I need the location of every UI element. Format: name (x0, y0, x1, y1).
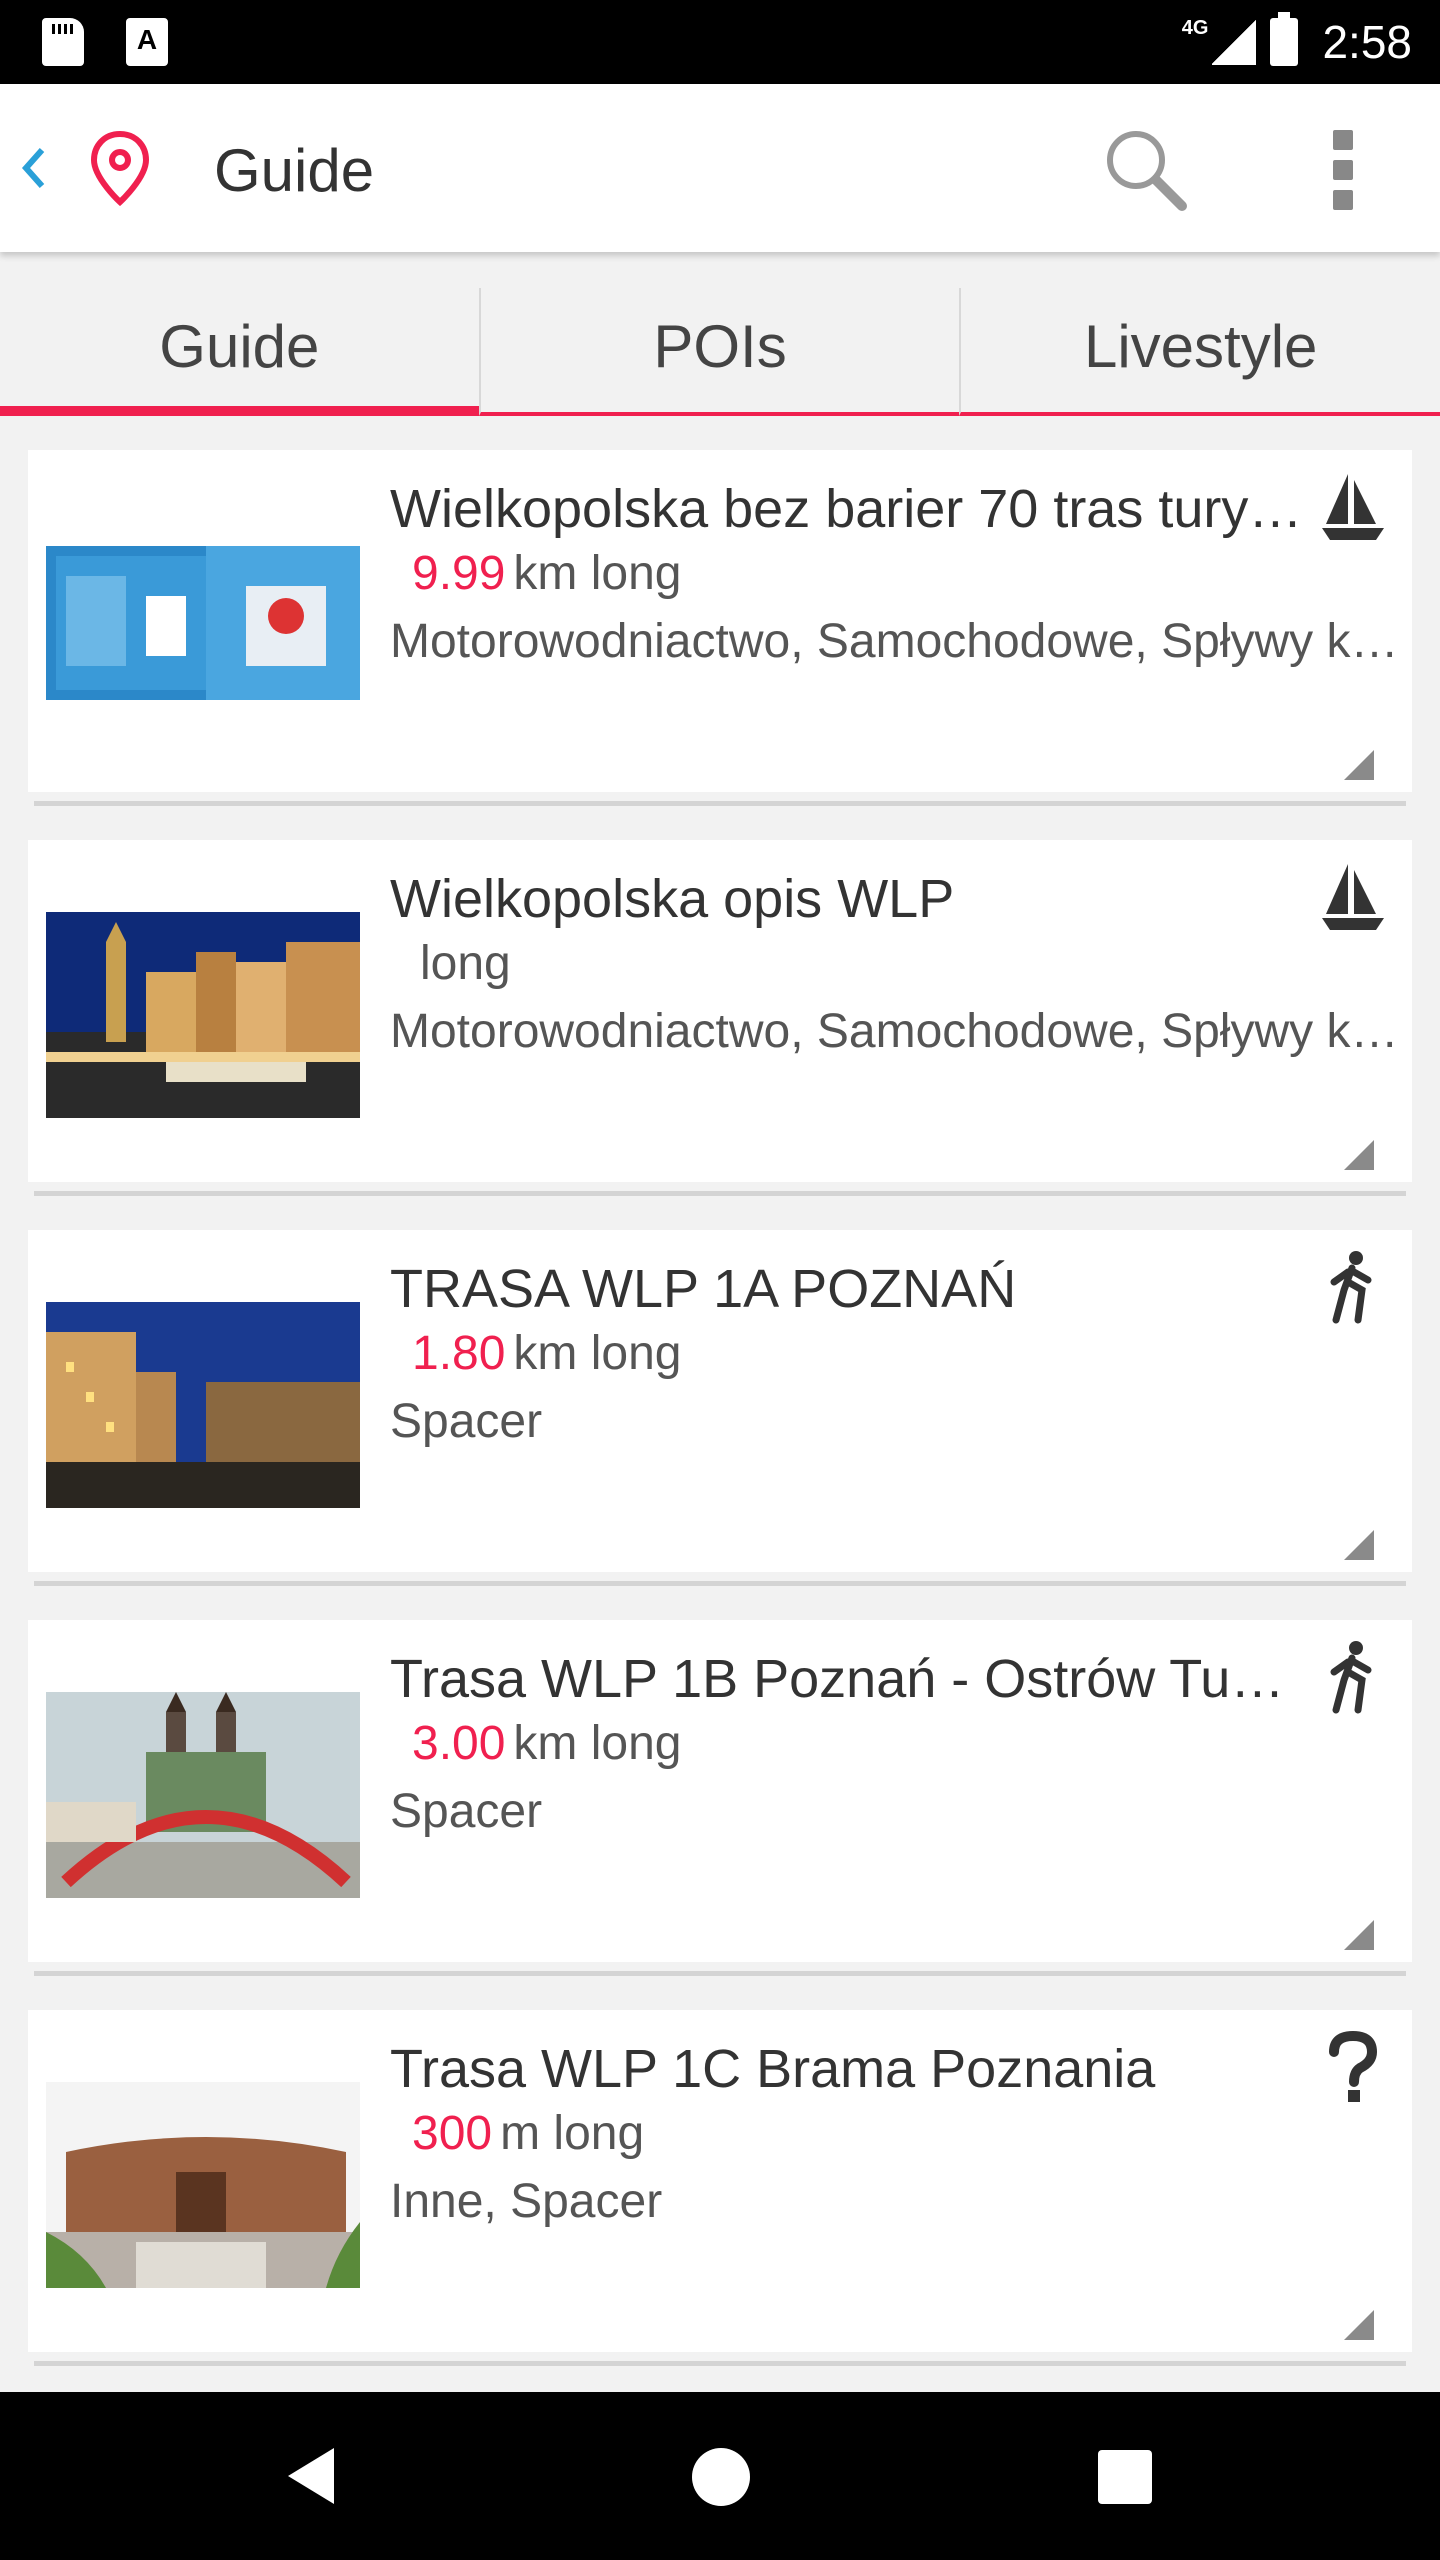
distance-unit: km long (513, 547, 682, 600)
tab-guide[interactable]: Guide (0, 288, 479, 416)
route-distance: 3.00 km long (412, 1716, 682, 1771)
route-title: TRASA WLP 1A POZNAŃ (390, 1259, 1017, 1319)
expand-corner-icon (1344, 1530, 1374, 1560)
route-thumbnail (46, 912, 360, 1118)
nav-home-button[interactable] (692, 2448, 750, 2506)
distance-value: 300 (412, 2107, 493, 2160)
menu-dot (1333, 160, 1353, 180)
route-card[interactable]: Wielkopolska opis WLP long Motorowodniac… (28, 840, 1412, 1196)
expand-corner-icon (1344, 2310, 1374, 2340)
page-title: Guide (214, 137, 375, 204)
route-card[interactable]: TRASA WLP 1A POZNAŃ 1.80 km long Spacer (28, 1230, 1412, 1586)
route-card[interactable]: Trasa WLP 1B Poznań - Ostrów Tu… 3.00 km … (28, 1620, 1412, 1976)
route-title: Wielkopolska opis WLP (390, 869, 955, 929)
sd-card-icon (42, 18, 84, 66)
nav-recents-button[interactable] (1098, 2450, 1152, 2504)
route-categories: Motorowodniactwo, Samochodowe, Spływy k… (390, 1005, 1399, 1058)
walking-icon (1318, 1250, 1388, 1324)
battery-icon (1270, 12, 1299, 66)
route-title: Trasa WLP 1C Brama Poznania (390, 2039, 1156, 2099)
nav-back-button[interactable] (282, 2444, 342, 2513)
route-title: Trasa WLP 1B Poznań - Ostrów Tu… (390, 1649, 1285, 1709)
expand-corner-icon (1344, 750, 1374, 780)
chevron-left-icon (21, 148, 45, 188)
status-bar: A 4G 2:58 (0, 0, 1440, 84)
triangle-back-icon (288, 2448, 334, 2504)
menu-dot (1333, 130, 1353, 150)
location-pin-icon (88, 130, 152, 207)
tab-pois[interactable]: POIs (478, 288, 960, 416)
route-distance: long (412, 936, 511, 991)
route-list: Wielkopolska bez barier 70 tras tury… 9.… (28, 450, 1412, 2400)
route-distance: 9.99 km long (412, 546, 682, 601)
route-thumbnail (46, 546, 360, 700)
route-categories: Spacer (390, 1395, 543, 1448)
walking-icon (1318, 1640, 1388, 1714)
back-button[interactable] (10, 128, 60, 208)
tab-livestyle[interactable]: Livestyle (959, 288, 1440, 416)
route-thumbnail (46, 1302, 360, 1508)
network-type: 4G (1181, 16, 1209, 39)
route-thumbnail (46, 1692, 360, 1898)
route-categories: Inne, Spacer (390, 2175, 663, 2228)
overflow-menu-button[interactable] (1318, 124, 1368, 214)
route-card[interactable]: Trasa WLP 1C Brama Poznania 300 m long In… (28, 2010, 1412, 2366)
route-distance: 300 m long (412, 2106, 644, 2161)
app-bar: Guide (0, 84, 1440, 252)
route-categories: Motorowodniactwo, Samochodowe, Spływy k… (390, 615, 1399, 668)
expand-corner-icon (1344, 1920, 1374, 1950)
route-card[interactable]: Wielkopolska bez barier 70 tras tury… 9.… (28, 450, 1412, 806)
distance-unit: m long (500, 2107, 645, 2160)
question-icon (1318, 2030, 1388, 2104)
search-button[interactable] (1100, 124, 1190, 214)
clock: 2:58 (1322, 16, 1412, 68)
search-icon (1107, 131, 1187, 211)
route-distance: 1.80 km long (412, 1326, 682, 1381)
menu-dot (1333, 190, 1353, 210)
distance-value: 3.00 (412, 1717, 506, 1770)
tab-bar: Guide POIs Livestyle (0, 252, 1440, 416)
expand-corner-icon (1344, 1140, 1374, 1170)
route-categories: Spacer (390, 1785, 543, 1838)
sailboat-icon (1318, 860, 1388, 934)
signal-icon (1212, 19, 1257, 65)
route-title: Wielkopolska bez barier 70 tras tury… (390, 479, 1303, 539)
sailboat-icon (1318, 470, 1388, 544)
route-thumbnail (46, 2082, 360, 2288)
distance-unit: long (420, 937, 511, 990)
distance-value: 9.99 (412, 547, 506, 600)
distance-unit: km long (513, 1327, 682, 1380)
app-notification-icon: A (126, 18, 168, 66)
distance-unit: km long (513, 1717, 682, 1770)
navigation-bar (0, 2392, 1440, 2560)
distance-value: 1.80 (412, 1327, 506, 1380)
